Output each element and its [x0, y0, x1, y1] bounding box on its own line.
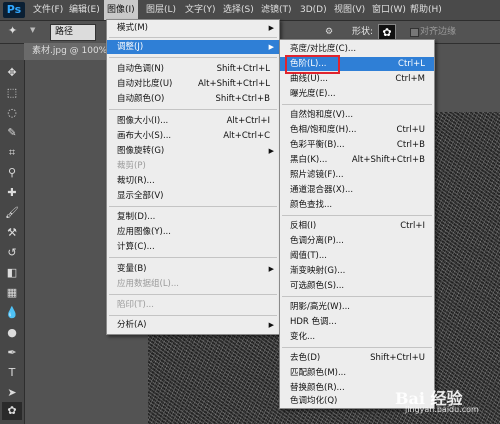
menu-item-color-balance[interactable]: 色彩平衡(B)... Ctrl+B — [280, 138, 434, 152]
divider — [109, 257, 277, 258]
menu-item-gradient-map[interactable]: 渐变映射(G)... — [280, 264, 434, 278]
menu-item-auto-color[interactable]: 自动颜色(O) Shift+Ctrl+B — [107, 92, 279, 106]
divider — [109, 109, 277, 110]
menu-item-posterize[interactable]: 色调分离(P)... — [280, 234, 434, 248]
image-menu: 模式(M) ▶ 调整(J) ▶ 自动色调(N) Shift+Ctrl+L 自动对比度(… — [106, 19, 280, 335]
menu-type[interactable]: 文字(Y) — [182, 0, 219, 20]
menu-item-auto-contrast[interactable]: 自动对比度(U) Alt+Shift+Ctrl+L — [107, 77, 279, 91]
pen-tool-icon[interactable]: ✒ — [2, 344, 22, 362]
quick-select-tool-icon[interactable]: ✎ — [2, 124, 22, 142]
menu-item-shadows-highlights[interactable]: 阴影/高光(W)... — [280, 300, 434, 314]
menu-item-hue-saturation[interactable]: 色相/饱和度(H)... Ctrl+U — [280, 123, 434, 137]
menu-item-variables[interactable]: 变量(B) ▶ — [107, 262, 279, 276]
menu-help[interactable]: 帮助(H) — [407, 0, 445, 20]
divider — [282, 104, 432, 105]
history-brush-tool-icon[interactable]: ↺ — [2, 244, 22, 262]
menu-item-adjustments[interactable]: 调整(J) ▶ — [107, 40, 279, 54]
eraser-tool-icon[interactable]: ◧ — [2, 264, 22, 282]
menu-item-canvas-size[interactable]: 画布大小(S)... Alt+Ctrl+C — [107, 129, 279, 143]
gradient-tool-icon[interactable]: ▦ — [2, 284, 22, 302]
gear-icon[interactable]: ⚙ — [325, 24, 333, 40]
menu-item-duplicate[interactable]: 复制(D)... — [107, 210, 279, 224]
blur-tool-icon[interactable]: 💧 — [2, 304, 22, 322]
menu-item-color-lookup[interactable]: 颜色查找... — [280, 198, 434, 212]
menu-item-hdr-toning[interactable]: HDR 色调... — [280, 315, 434, 329]
menu-view[interactable]: 视图(V) — [331, 0, 368, 20]
lasso-tool-icon[interactable]: ◌ — [2, 104, 22, 122]
chevron-right-icon: ▶ — [268, 147, 274, 155]
chevron-right-icon: ▶ — [268, 321, 274, 329]
menu-file[interactable]: 文件(F) — [30, 0, 66, 20]
tools-panel: ✥ ⬚ ◌ ✎ ⌗ ⚲ ✚ 🖌 ⚒ ↺ ◧ ▦ 💧 ● ✒ T ➤ ✿ — [0, 60, 25, 424]
mode-select[interactable]: 路径 — [50, 24, 96, 41]
chevron-right-icon: ▶ — [268, 24, 274, 32]
menu-item-curves[interactable]: 曲线(U)... Ctrl+M — [280, 72, 434, 86]
divider — [109, 37, 277, 38]
menu-item-apply-image[interactable]: 应用图像(Y)... — [107, 225, 279, 239]
menu-item-selective-color[interactable]: 可选颜色(S)... — [280, 279, 434, 293]
healing-brush-tool-icon[interactable]: ✚ — [2, 184, 22, 202]
menu-item-trap: 陷印(T)... — [117, 300, 154, 310]
menu-edit[interactable]: 编辑(E) — [66, 0, 103, 20]
menu-filter[interactable]: 滤镜(T) — [258, 0, 295, 20]
chevron-right-icon: ▶ — [268, 43, 274, 51]
clone-stamp-tool-icon[interactable]: ⚒ — [2, 224, 22, 242]
menu-item-brightness-contrast[interactable]: 亮度/对比度(C)... — [280, 42, 434, 56]
menu-item-crop: 裁剪(P) — [117, 161, 146, 171]
marquee-tool-icon[interactable]: ⬚ — [2, 84, 22, 102]
menu-item-match-color[interactable]: 匹配颜色(M)... — [280, 366, 434, 380]
menu-item-image-size[interactable]: 图像大小(I)... Alt+Ctrl+I — [107, 114, 279, 128]
divider — [109, 57, 277, 58]
menu-bar: Ps 文件(F) 编辑(E) 图像(I) 图层(L) 文字(Y) 选择(S) 滤… — [0, 0, 500, 21]
menu-item-channel-mixer[interactable]: 通道混合器(X)... — [280, 183, 434, 197]
menu-item-auto-tone[interactable]: 自动色调(N) Shift+Ctrl+L — [107, 62, 279, 76]
eyedropper-tool-icon[interactable]: ⚲ — [2, 164, 22, 182]
chevron-down-icon[interactable]: ▼ — [30, 26, 35, 34]
brush-tool-icon[interactable]: 🖌 — [2, 204, 22, 222]
photoshop-logo: Ps — [3, 2, 25, 18]
menu-item-photo-filter[interactable]: 照片滤镜(F)... — [280, 168, 434, 182]
menu-item-apply-data-set: 应用数据组(L)... — [117, 279, 179, 289]
divider — [109, 315, 277, 316]
menu-item-reveal-all[interactable]: 显示全部(V) — [107, 189, 279, 203]
align-edges-checkbox[interactable] — [410, 28, 419, 37]
menu-item-threshold[interactable]: 阈值(T)... — [280, 249, 434, 263]
shape-label: 形状: — [352, 27, 374, 37]
divider — [109, 206, 277, 207]
adjustments-submenu: 亮度/对比度(C)... 色阶(L)... Ctrl+L 曲线(U)... Ctrl… — [279, 39, 435, 409]
menu-item-desaturate[interactable]: 去色(D) Shift+Ctrl+U — [280, 351, 434, 365]
type-tool-icon[interactable]: T — [2, 364, 22, 382]
path-select-tool-icon[interactable]: ➤ — [2, 384, 22, 402]
menu-layer[interactable]: 图层(L) — [143, 0, 179, 20]
menu-item-mode[interactable]: 模式(M) ▶ — [107, 21, 279, 35]
menu-item-image-rotation[interactable]: 图像旋转(G) ▶ — [107, 144, 279, 158]
menu-item-exposure[interactable]: 曝光度(E)... — [280, 87, 434, 101]
custom-shape-tool-icon[interactable]: ✿ — [2, 402, 22, 420]
chevron-right-icon: ▶ — [268, 265, 274, 273]
menu-window[interactable]: 窗口(W) — [369, 0, 409, 20]
align-edges-label: 对齐边缘 — [420, 27, 457, 37]
menu-item-calculations[interactable]: 计算(C)... — [107, 240, 279, 254]
crop-tool-icon[interactable]: ⌗ — [2, 144, 22, 162]
divider — [282, 296, 432, 297]
menu-item-black-white[interactable]: 黑白(K)... Alt+Shift+Ctrl+B — [280, 153, 434, 167]
menu-item-vibrance[interactable]: 自然饱和度(V)... — [280, 108, 434, 122]
divider — [282, 215, 432, 216]
divider — [109, 294, 277, 295]
tool-preset-icon[interactable]: ✦ — [8, 24, 28, 40]
dodge-tool-icon[interactable]: ● — [2, 324, 22, 342]
move-tool-icon[interactable]: ✥ — [2, 64, 22, 82]
watermark-url: jingyan.baidu.com — [405, 405, 479, 414]
menu-image[interactable]: 图像(I) — [104, 0, 138, 20]
menu-select[interactable]: 选择(S) — [220, 0, 257, 20]
divider — [282, 347, 432, 348]
menu-item-invert[interactable]: 反相(I) Ctrl+I — [280, 219, 434, 233]
menu-item-trim[interactable]: 裁切(R)... — [107, 174, 279, 188]
menu-3d[interactable]: 3D(D) — [297, 0, 330, 20]
menu-item-analysis[interactable]: 分析(A) ▶ — [107, 318, 279, 332]
menu-item-variations[interactable]: 变化... — [280, 330, 434, 344]
